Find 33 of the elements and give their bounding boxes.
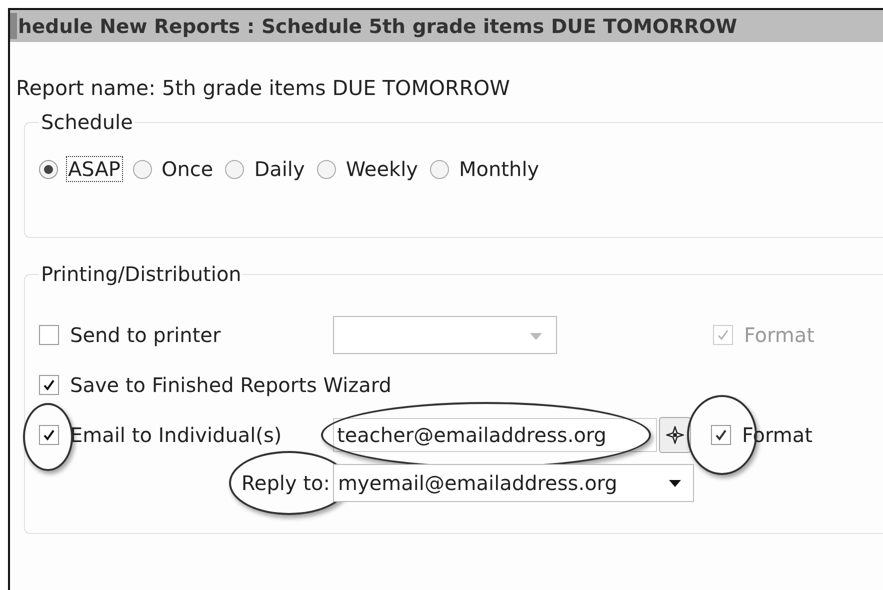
format-checkbox[interactable] [711, 425, 731, 445]
report-name: Report name: 5th grade items DUE TOMORROW [16, 76, 511, 100]
group-legend: Printing/Distribution [39, 262, 244, 286]
radio-label[interactable]: Monthly [457, 156, 542, 182]
checkbox[interactable] [39, 325, 59, 345]
sparkle-icon [666, 426, 684, 444]
email-field[interactable]: teacher@emailaddress.org [333, 418, 657, 452]
caret-icon [530, 333, 542, 340]
checkmark-icon [43, 379, 55, 391]
radio-label[interactable]: ASAP [66, 156, 122, 182]
checkmark-icon [715, 429, 727, 441]
window-title: hedule New Reports : Schedule 5th grade items DUE TOMORROW [18, 14, 738, 38]
caret-icon [669, 480, 681, 487]
address-book-button[interactable] [659, 417, 691, 453]
radio-button[interactable] [316, 160, 336, 178]
radio-label[interactable]: Once [160, 156, 216, 182]
reply-to-dropdown[interactable]: myemail@emailaddress.org [333, 464, 694, 502]
window-icon [10, 13, 17, 39]
reply-to-label: Reply to: [241, 471, 330, 495]
printer-dropdown[interactable] [333, 316, 557, 354]
checkmark-icon [43, 429, 55, 441]
checkbox-label[interactable]: Send to printer [70, 323, 221, 347]
radio-button[interactable] [430, 160, 450, 178]
checkbox[interactable] [39, 425, 59, 445]
group-legend: Schedule [39, 110, 135, 134]
radio-button[interactable] [39, 160, 58, 178]
radio-button[interactable] [132, 160, 152, 178]
checkmark-icon [717, 329, 729, 341]
radio-label[interactable]: Weekly [344, 156, 420, 182]
checkbox-label[interactable]: Save to Finished Reports Wizard [70, 373, 392, 397]
radio-button[interactable] [225, 160, 244, 178]
radio-label[interactable]: Daily [252, 156, 307, 182]
checkbox[interactable] [39, 375, 59, 395]
